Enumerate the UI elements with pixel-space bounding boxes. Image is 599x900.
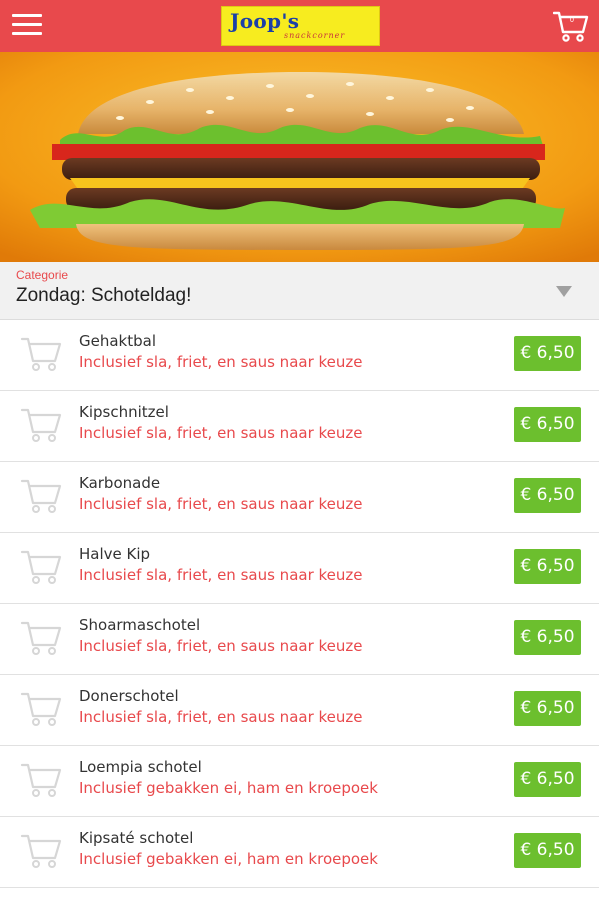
- product-row: Loempia schotel Inclusief gebakken ei, h…: [0, 746, 599, 817]
- add-to-cart-icon[interactable]: [20, 832, 62, 870]
- product-description: Inclusief sla, friet, en saus naar keuze: [79, 637, 363, 655]
- product-description: Inclusief sla, friet, en saus naar keuze: [79, 424, 363, 442]
- product-description: Inclusief sla, friet, en saus naar keuze: [79, 495, 363, 513]
- brand-logo: Joop's snackcorner: [221, 6, 380, 46]
- app-screen: Joop's snackcorner 0 Categorie Zondag: S…: [0, 0, 599, 900]
- top-app-bar: Joop's snackcorner 0: [0, 0, 599, 52]
- price-button[interactable]: € 6,50: [514, 549, 581, 584]
- price-button[interactable]: € 6,50: [514, 478, 581, 513]
- logo-tagline: snackcorner: [284, 31, 346, 40]
- product-name: Karbonade: [79, 474, 161, 492]
- product-name: Donerschotel: [79, 687, 179, 705]
- product-name: Kipschnitzel: [79, 403, 169, 421]
- price-button[interactable]: € 6,50: [514, 691, 581, 726]
- shopping-cart-button[interactable]: 0: [552, 10, 589, 44]
- product-list: Gehaktbal Inclusief sla, friet, en saus …: [0, 320, 599, 888]
- product-name: Kipsaté schotel: [79, 829, 194, 847]
- menu-line: [12, 23, 42, 26]
- add-to-cart-icon[interactable]: [20, 690, 62, 728]
- category-dropdown[interactable]: Categorie Zondag: Schoteldag!: [0, 262, 599, 320]
- price-button[interactable]: € 6,50: [514, 407, 581, 442]
- product-row: Shoarmaschotel Inclusief sla, friet, en …: [0, 604, 599, 675]
- add-to-cart-icon[interactable]: [20, 406, 62, 444]
- triangle-down-icon: [556, 286, 572, 297]
- product-row: Halve Kip Inclusief sla, friet, en saus …: [0, 533, 599, 604]
- product-description: Inclusief gebakken ei, ham en kroepoek: [79, 850, 378, 868]
- product-name: Halve Kip: [79, 545, 151, 563]
- product-row: Kipsaté schotel Inclusief gebakken ei, h…: [0, 817, 599, 888]
- price-button[interactable]: € 6,50: [514, 336, 581, 371]
- hamburger-menu-icon[interactable]: [12, 12, 42, 38]
- product-name: Gehaktbal: [79, 332, 156, 350]
- product-name: Shoarmaschotel: [79, 616, 201, 634]
- hero-banner-image: [0, 52, 599, 262]
- menu-line: [12, 14, 42, 17]
- product-row: Donerschotel Inclusief sla, friet, en sa…: [0, 675, 599, 746]
- product-row: Karbonade Inclusief sla, friet, en saus …: [0, 462, 599, 533]
- burger-photo: [0, 52, 599, 262]
- product-description: Inclusief gebakken ei, ham en kroepoek: [79, 779, 378, 797]
- add-to-cart-icon[interactable]: [20, 548, 62, 586]
- product-description: Inclusief sla, friet, en saus naar keuze: [79, 353, 363, 371]
- price-button[interactable]: € 6,50: [514, 833, 581, 868]
- add-to-cart-icon[interactable]: [20, 761, 62, 799]
- cart-count-badge: 0: [570, 17, 574, 24]
- price-button[interactable]: € 6,50: [514, 620, 581, 655]
- product-row: Kipschnitzel Inclusief sla, friet, en sa…: [0, 391, 599, 462]
- price-button[interactable]: € 6,50: [514, 762, 581, 797]
- logo-name: Joop's: [230, 9, 300, 33]
- product-description: Inclusief sla, friet, en saus naar keuze: [79, 566, 363, 584]
- category-label: Categorie: [16, 268, 69, 282]
- menu-line: [12, 32, 42, 35]
- product-description: Inclusief sla, friet, en saus naar keuze: [79, 708, 363, 726]
- shopping-cart-icon: [552, 11, 589, 42]
- add-to-cart-icon[interactable]: [20, 619, 62, 657]
- product-name: Loempia schotel: [79, 758, 202, 776]
- add-to-cart-icon[interactable]: [20, 335, 62, 373]
- add-to-cart-icon[interactable]: [20, 477, 62, 515]
- product-row: Gehaktbal Inclusief sla, friet, en saus …: [0, 320, 599, 391]
- category-selected-value: Zondag: Schoteldag!: [16, 285, 192, 306]
